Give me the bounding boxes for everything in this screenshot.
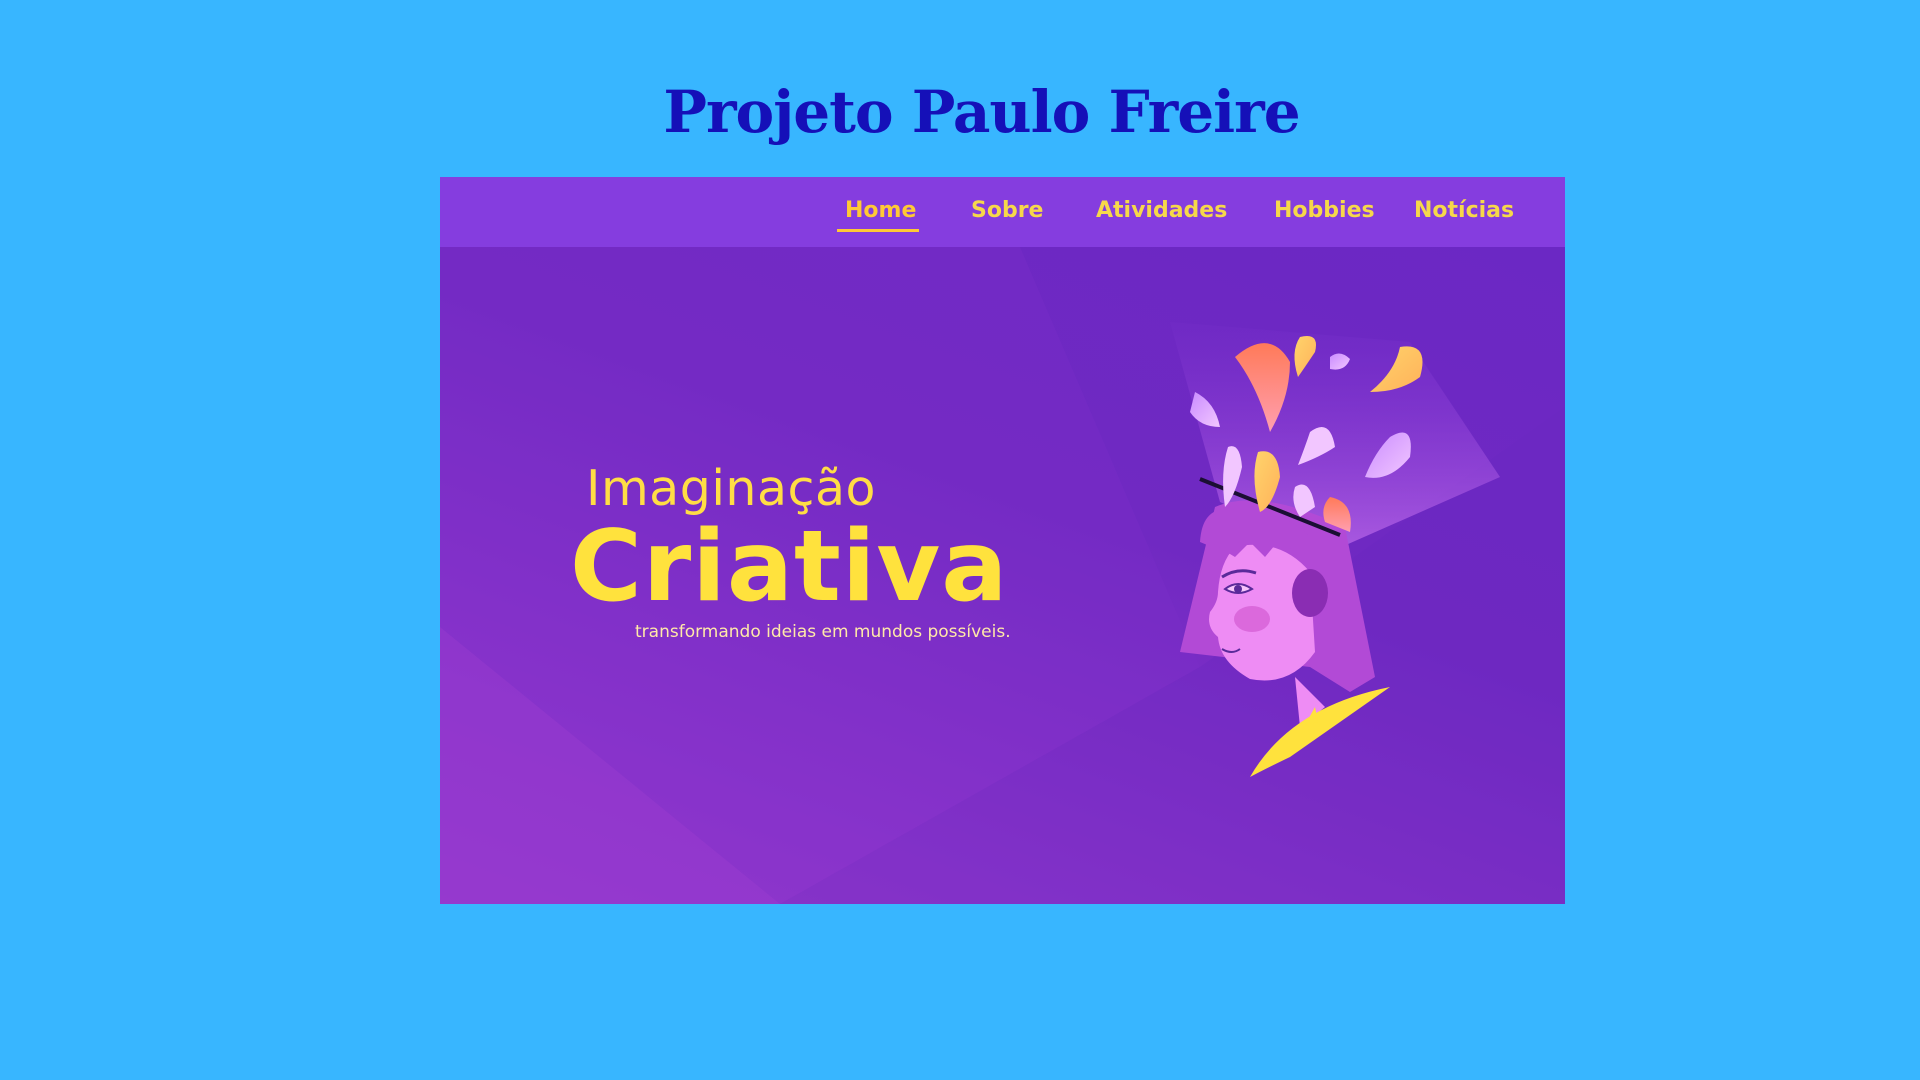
- nav-atividades[interactable]: Atividades: [1096, 198, 1227, 223]
- nav-home[interactable]: Home: [845, 198, 916, 223]
- nav-active-underline: [837, 229, 919, 232]
- nav-hobbies[interactable]: Hobbies: [1274, 198, 1375, 223]
- nav-noticias[interactable]: Notícias: [1414, 198, 1514, 223]
- website-preview: Home Sobre Atividades Hobbies Notícias I…: [440, 177, 1565, 904]
- hero-tagline: transformando ideias em mundos possíveis…: [635, 622, 1011, 642]
- creative-head-illustration: [1170, 322, 1500, 777]
- hero-title-small: Imaginação: [586, 460, 876, 517]
- hero-title-big: Criativa: [570, 510, 1009, 624]
- nav-sobre[interactable]: Sobre: [971, 198, 1043, 223]
- page-title: Projeto Paulo Freire: [663, 78, 1300, 146]
- navbar: Home Sobre Atividades Hobbies Notícias: [440, 177, 1565, 247]
- hero-section: Imaginação Criativa transformando ideias…: [440, 247, 1565, 904]
